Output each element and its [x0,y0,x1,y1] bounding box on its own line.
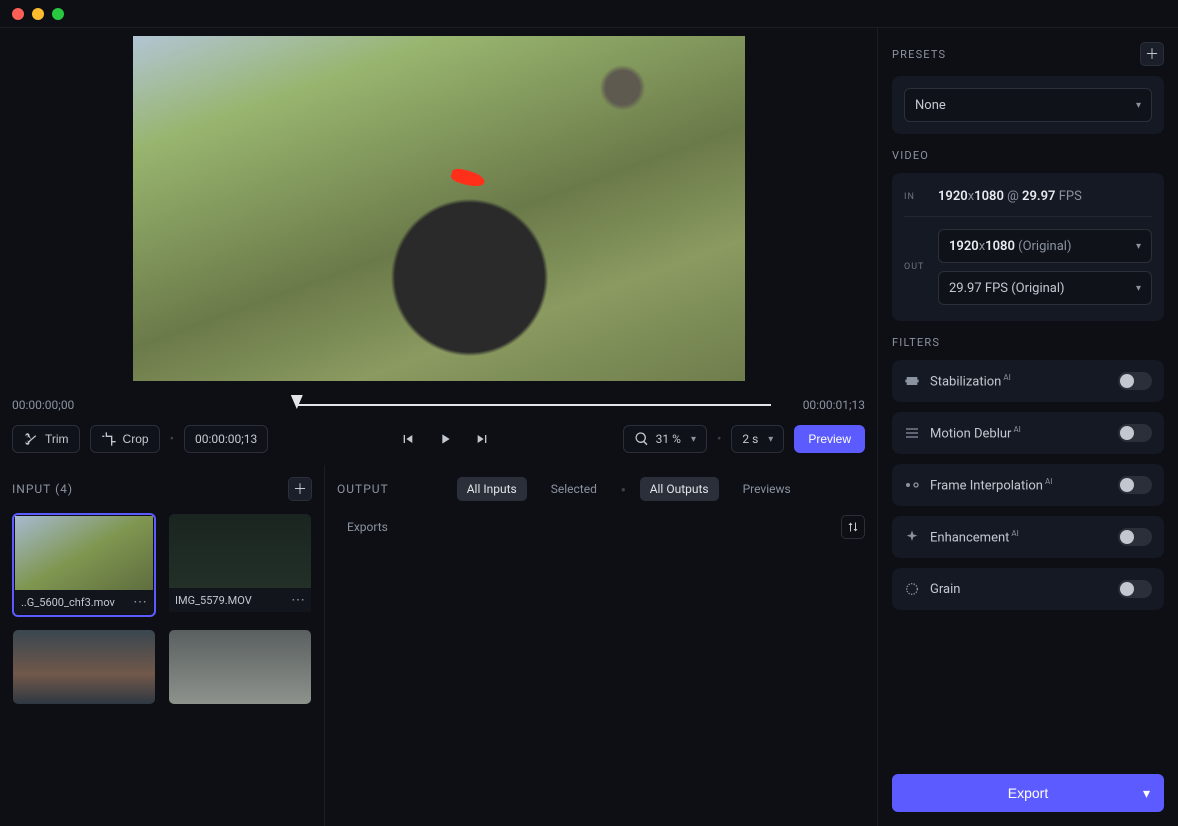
preview-button[interactable]: Preview [794,425,865,453]
interpolation-icon [904,477,920,493]
input-clip[interactable] [12,629,156,705]
filter-grain[interactable]: Grain [892,568,1164,610]
trim-button[interactable]: Trim [12,425,80,453]
export-button[interactable]: Export ▾ [892,774,1164,812]
stabilization-icon [904,373,920,389]
filters-section-title: FILTERS [892,336,940,349]
add-input-button[interactable]: ＋ [288,477,312,501]
input-clip[interactable]: IMG_5579.MOV ⋯ [168,513,312,617]
clip-name: ..G_5600_chf3.mov [21,596,115,609]
timeline-range [297,404,772,406]
clip-thumbnail [169,514,311,588]
minimize-window-button[interactable] [32,8,44,20]
magnifier-icon [634,431,650,447]
add-preset-button[interactable]: ＋ [1140,42,1164,66]
preview-frame[interactable] [133,36,745,381]
deblur-icon [904,425,920,441]
crop-icon [101,431,117,447]
video-in-row: IN 1920x1080 @ 29.97 FPS [904,185,1152,208]
chevron-down-icon: ▾ [691,434,696,445]
sparkle-icon [904,529,920,545]
play-button[interactable] [437,431,453,447]
chevron-down-icon: ▾ [1136,283,1141,294]
timeline-playhead[interactable] [291,395,303,409]
transport-controls [399,431,491,447]
clip-thumbnail [15,516,153,590]
clip-more-button[interactable]: ⋯ [291,592,305,608]
clip-thumbnail [13,630,155,704]
input-clip[interactable]: ..G_5600_chf3.mov ⋯ [12,513,156,617]
output-fps-select[interactable]: 29.97 FPS (Original) ▾ [938,271,1152,305]
filter-toggle[interactable] [1118,424,1152,442]
current-timecode-field[interactable]: 00:00:00;13 [184,425,268,453]
input-clip[interactable] [168,629,312,705]
filter-toggle[interactable] [1118,372,1152,390]
preview-viewport [0,28,877,389]
output-panel: OUTPUT All Inputs Selected ● All Outputs… [325,465,877,826]
window-titlebar [0,0,1178,28]
video-section-title: VIDEO [892,149,929,162]
sort-button[interactable] [841,515,865,539]
input-panel-title: INPUT (4) [12,482,73,496]
prev-frame-button[interactable] [399,431,415,447]
input-panel: INPUT (4) ＋ ..G_5600_chf3.mov ⋯ [0,465,325,826]
compare-duration-select[interactable]: 2 s ▾ [731,425,784,453]
timeline: 00:00:00;00 00:00:01;13 [0,389,877,417]
filter-toggle[interactable] [1118,476,1152,494]
filter-stabilization[interactable]: StabilizationAI [892,360,1164,402]
clip-more-button[interactable]: ⋯ [133,594,147,610]
next-frame-button[interactable] [475,431,491,447]
clip-name: IMG_5579.MOV [175,594,252,607]
filter-motion-deblur[interactable]: Motion DeblurAI [892,412,1164,454]
clip-thumbnail [169,630,311,704]
output-resolution-select[interactable]: 1920x1080 (Original) ▾ [938,229,1152,263]
scissors-icon [23,431,39,447]
timeline-start-timecode: 00:00:00;00 [12,398,74,412]
close-window-button[interactable] [12,8,24,20]
timeline-end-timecode: 00:00:01;13 [803,398,865,412]
sort-icon [847,521,859,533]
seg-all-inputs[interactable]: All Inputs [457,477,527,501]
seg-exports[interactable]: Exports [337,515,398,539]
seg-selected[interactable]: Selected [541,477,607,501]
filter-enhancement[interactable]: EnhancementAI [892,516,1164,558]
timeline-track[interactable] [84,395,792,415]
filter-toggle[interactable] [1118,528,1152,546]
maximize-window-button[interactable] [52,8,64,20]
zoom-select[interactable]: 31 % ▾ [623,425,707,453]
chevron-down-icon: ▾ [1136,100,1141,111]
preset-select[interactable]: None ▾ [904,88,1152,122]
chevron-down-icon: ▾ [1143,785,1150,802]
grain-icon [904,581,920,597]
presets-section-title: PRESETS [892,48,946,61]
seg-all-outputs[interactable]: All Outputs [640,477,719,501]
seg-previews[interactable]: Previews [733,477,801,501]
filter-frame-interpolation[interactable]: Frame InterpolationAI [892,464,1164,506]
chevron-down-icon: ▾ [1136,241,1141,252]
chevron-down-icon: ▾ [768,434,773,445]
crop-button[interactable]: Crop [90,425,160,453]
output-panel-title: OUTPUT [337,482,389,496]
filter-toggle[interactable] [1118,580,1152,598]
